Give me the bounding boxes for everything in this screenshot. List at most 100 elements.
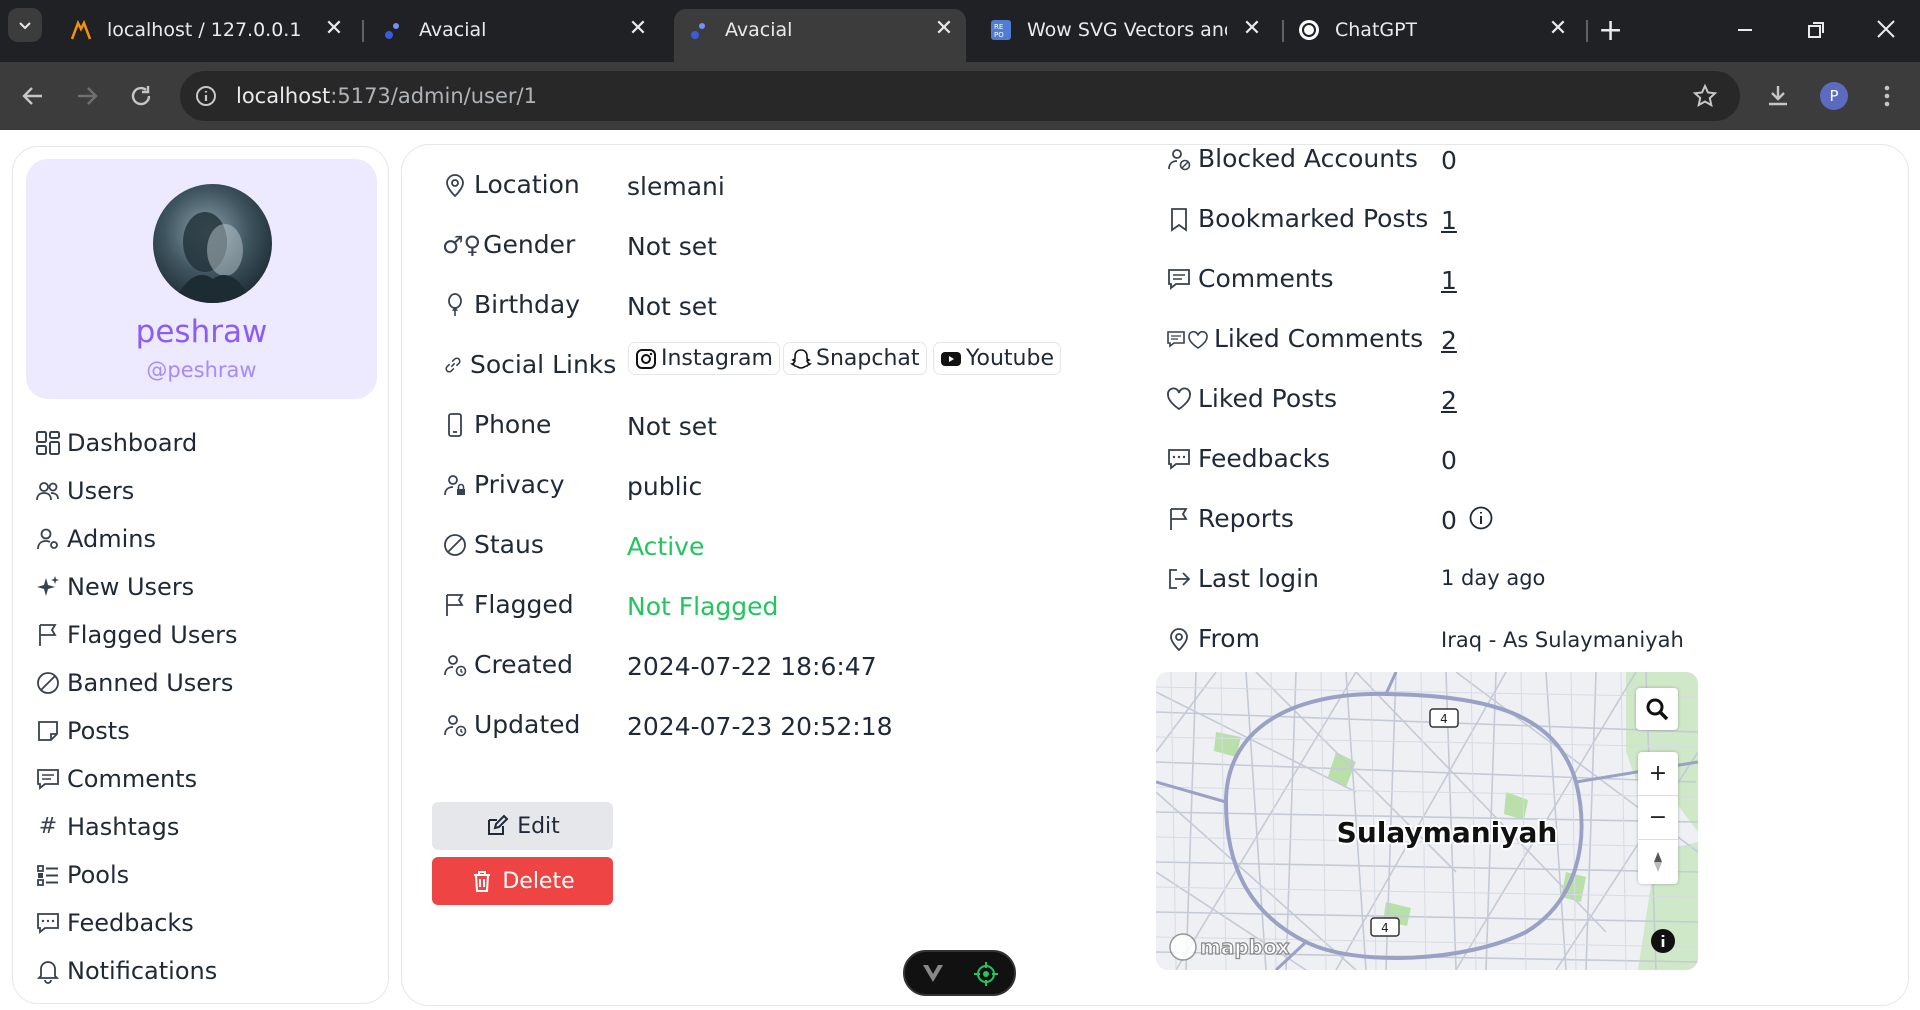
- location-value: slemani: [627, 172, 725, 201]
- delete-button[interactable]: Delete: [432, 857, 613, 905]
- window-close-icon[interactable]: [1875, 18, 1897, 40]
- inspect-target-icon[interactable]: [973, 961, 999, 987]
- sidebar-item-comments[interactable]: Comments: [35, 761, 197, 797]
- social-link-label: Snapchat: [816, 346, 920, 371]
- sidebar-item-label: Hashtags: [67, 813, 180, 841]
- liked-posts-link[interactable]: 2: [1441, 386, 1457, 415]
- sidebar-item-label: Comments: [67, 765, 198, 793]
- new-tab-button[interactable]: +: [1598, 14, 1623, 48]
- minimize-icon[interactable]: [1735, 20, 1755, 40]
- profile-card: peshraw @peshraw: [26, 159, 377, 399]
- blocked-accounts-value: 0: [1441, 146, 1457, 175]
- download-icon[interactable]: [1764, 82, 1792, 110]
- browser-address-bar: localhost:5173/admin/user/1 P: [0, 62, 1920, 130]
- browser-tab[interactable]: Avacial ✕: [368, 9, 658, 62]
- social-link-snapchat[interactable]: Snapchat: [783, 342, 927, 375]
- sidebar-item-admins[interactable]: Admins: [35, 521, 156, 557]
- avacial-icon: [691, 23, 705, 39]
- flag-icon: [39, 624, 57, 646]
- url-text[interactable]: localhost:5173/admin/user/1: [236, 81, 537, 111]
- vue-devtools-icon[interactable]: [921, 962, 945, 984]
- avatar[interactable]: [153, 184, 272, 303]
- sidebar-item-hashtags[interactable]: # Hashtags: [35, 809, 180, 845]
- browser-tab[interactable]: ChatGPT ✕: [1284, 9, 1584, 62]
- map-info-icon[interactable]: [1650, 928, 1676, 954]
- edit-icon: [488, 814, 509, 835]
- avacial-icon: [385, 23, 399, 39]
- status-value: Active: [627, 532, 705, 561]
- close-icon[interactable]: ✕: [322, 17, 346, 41]
- sidebar-item-label: Flagged Users: [67, 621, 238, 649]
- flag-icon: [1170, 507, 1188, 530]
- app-root: peshraw @peshraw Dashboard Users Admins …: [0, 130, 1920, 1010]
- bookmarked-posts-link[interactable]: 1: [1441, 206, 1457, 235]
- sidebar: peshraw @peshraw Dashboard Users Admins …: [12, 146, 389, 1004]
- ban-icon: [444, 533, 466, 556]
- sidebar-item-feedbacks[interactable]: Feedbacks: [35, 905, 194, 941]
- back-icon[interactable]: [20, 83, 46, 109]
- hashtag-icon: #: [38, 814, 58, 839]
- privacy-label: Privacy: [442, 470, 565, 499]
- created-label: Created: [442, 650, 573, 679]
- trash-icon: [474, 871, 491, 892]
- feedbacks-value: 0: [1441, 446, 1457, 475]
- sidebar-item-label: New Users: [67, 573, 195, 601]
- social-link-instagram[interactable]: Instagram: [628, 342, 780, 375]
- sidebar-item-banned-users[interactable]: Banned Users: [35, 665, 233, 701]
- chatgpt-icon: [1299, 20, 1319, 40]
- browser-tab[interactable]: localhost / 127.0.0.1 / lara ✕: [56, 9, 356, 62]
- ban-icon: [37, 672, 59, 694]
- user-lock-icon: [444, 474, 465, 495]
- bookmark-star-icon[interactable]: [1692, 83, 1718, 109]
- sparkle-icon: [37, 576, 59, 596]
- sidebar-item-pools[interactable]: Pools: [35, 857, 129, 893]
- close-icon[interactable]: ✕: [932, 17, 956, 41]
- liked-comments-link[interactable]: 2: [1441, 326, 1457, 355]
- close-icon[interactable]: ✕: [1240, 17, 1264, 41]
- sidebar-item-notifications[interactable]: Notifications: [35, 953, 217, 989]
- heart-icon: [1167, 387, 1191, 410]
- sidebar-item-label: Posts: [67, 717, 130, 745]
- liked-posts-label-text: Liked Posts: [1198, 384, 1337, 413]
- reload-icon[interactable]: [128, 83, 154, 109]
- map-search-button[interactable]: [1636, 688, 1678, 730]
- close-icon[interactable]: ✕: [1546, 17, 1570, 41]
- location-map[interactable]: 4 4 Sulaymaniyah mapbox + −: [1156, 672, 1698, 970]
- social-link-youtube[interactable]: Youtube: [933, 342, 1061, 375]
- more-menu-icon[interactable]: [1877, 82, 1897, 110]
- info-icon[interactable]: [1468, 505, 1494, 531]
- map-pin-icon: [446, 173, 464, 197]
- map-canvas[interactable]: 4 4 Sulaymaniyah mapbox: [1156, 672, 1698, 970]
- svg-text:4: 4: [1381, 921, 1389, 935]
- sidebar-item-dashboard[interactable]: Dashboard: [35, 425, 197, 461]
- phone-icon: [448, 412, 462, 437]
- compass-button[interactable]: [1638, 840, 1678, 884]
- bookmark-icon: [1171, 207, 1187, 232]
- forward-icon[interactable]: [74, 83, 100, 109]
- browser-tab[interactable]: REPO Wow SVG Vectors and Icons ✕: [976, 9, 1266, 62]
- svg-text:mapbox: mapbox: [1200, 935, 1290, 959]
- bookmarked-posts-label-text: Bookmarked Posts: [1198, 204, 1429, 233]
- location-label: Location: [442, 170, 580, 199]
- posts-icon: [38, 721, 58, 741]
- sidebar-item-users[interactable]: Users: [35, 473, 134, 509]
- zoom-out-button[interactable]: −: [1638, 796, 1678, 840]
- phone-label-text: Phone: [474, 410, 552, 439]
- sidebar-item-flagged-users[interactable]: Flagged Users: [35, 617, 237, 653]
- social-links-label: Social Links: [442, 350, 616, 379]
- comments-link[interactable]: 1: [1441, 266, 1457, 295]
- sidebar-item-new-users[interactable]: New Users: [35, 569, 194, 605]
- dev-toolbar[interactable]: [903, 950, 1016, 996]
- profile-avatar[interactable]: P: [1820, 82, 1848, 110]
- site-info-icon[interactable]: [194, 84, 218, 108]
- browser-tab-active[interactable]: Avacial ✕: [674, 9, 966, 62]
- feedbacks-label-text: Feedbacks: [1198, 444, 1331, 473]
- close-icon[interactable]: ✕: [626, 17, 650, 41]
- zoom-in-button[interactable]: +: [1638, 752, 1678, 796]
- tab-search-button[interactable]: [8, 8, 42, 42]
- edit-button[interactable]: Edit: [432, 802, 613, 850]
- updated-label-text: Updated: [474, 710, 581, 739]
- sidebar-item-posts[interactable]: Posts: [35, 713, 130, 749]
- flagged-label-text: Flagged: [474, 590, 574, 619]
- restore-icon[interactable]: [1806, 20, 1826, 40]
